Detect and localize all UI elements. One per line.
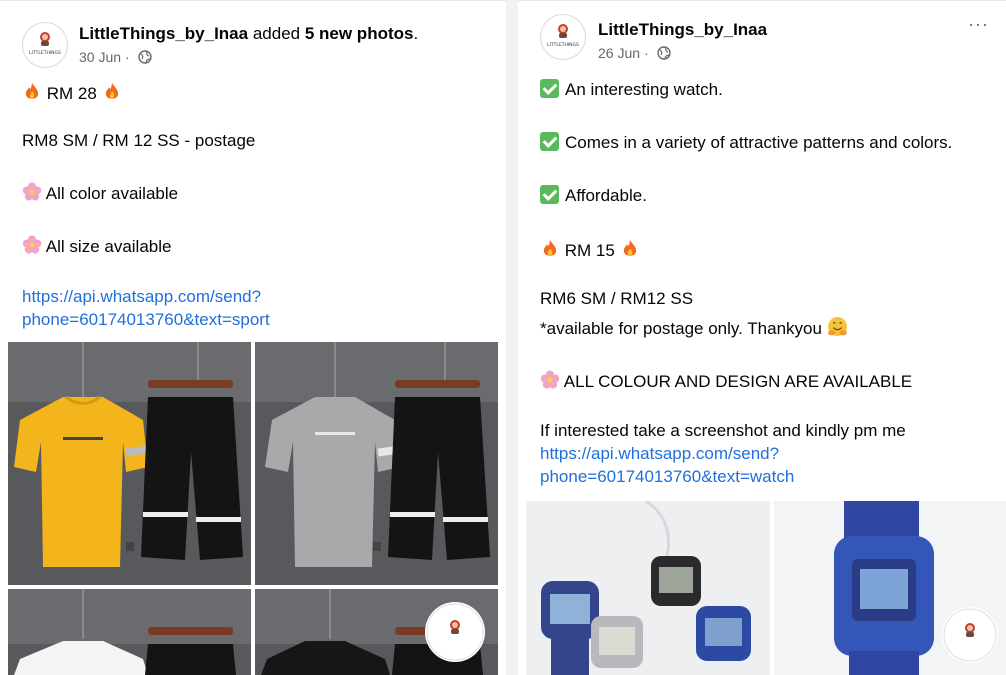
photo-watch-collection[interactable]: [526, 501, 770, 675]
whatsapp-link-line2[interactable]: phone=60174013760&text=watch: [540, 466, 794, 488]
blossom-icon: [540, 370, 560, 389]
size-text: All size available: [45, 237, 172, 256]
photo-denim-watch[interactable]: [774, 501, 1006, 675]
cta-line: If interested take a screenshot and kind…: [540, 421, 906, 440]
post-meta: 26 Jun ·: [598, 44, 671, 62]
whatsapp-link-line2[interactable]: phone=60174013760&text=sport: [22, 309, 270, 331]
author-name[interactable]: LittleThings_by_Inaa: [598, 20, 767, 39]
post-date[interactable]: 26 Jun: [598, 45, 640, 61]
feature-line-2: Comes in a variety of attractive pattern…: [540, 132, 952, 154]
globe-icon: [137, 50, 152, 64]
post-meta: 30 Jun ·: [79, 48, 152, 66]
post-sportswear: LITTLETHINGS LittleThings_by_Inaa added …: [0, 0, 506, 675]
fire-icon: [543, 240, 557, 256]
hugging-face-icon: [827, 317, 847, 336]
photo-black-tshirt-set[interactable]: [255, 589, 498, 675]
blossom-icon: [22, 235, 42, 254]
action-count[interactable]: 5 new photos: [305, 24, 414, 43]
feature-text: Affordable.: [565, 186, 647, 205]
post-header-text: LittleThings_by_Inaa: [598, 20, 767, 40]
color-line: All color available: [22, 182, 178, 205]
post-watches: LITTLETHINGS LittleThings_by_Inaa ··· 26…: [518, 0, 1006, 675]
postage-line: RM6 SM / RM12 SS: [540, 289, 694, 308]
fire-icon: [105, 83, 118, 99]
postage-line: RM8 SM / RM 12 SS - postage: [22, 131, 256, 150]
blossom-icon: [22, 182, 42, 201]
size-line: All size available: [22, 235, 171, 258]
check-mark-icon: [540, 185, 559, 204]
avatar-brand-text: LITTLETHINGS: [29, 50, 61, 56]
meta-separator: ·: [124, 49, 130, 65]
color-text: All color available: [45, 184, 179, 203]
meta-separator: ·: [643, 45, 649, 61]
photo-yellow-tshirt-set[interactable]: [8, 342, 251, 585]
post-header-text: LittleThings_by_Inaa added 5 new photos.: [79, 24, 418, 44]
avatar-brand-text: LITTLETHINGS: [547, 42, 579, 48]
more-options-icon[interactable]: ···: [968, 14, 989, 35]
feature-text: An interesting watch.: [565, 80, 723, 99]
whatsapp-link-line1[interactable]: https://api.whatsapp.com/send?: [540, 443, 779, 465]
author-name[interactable]: LittleThings_by_Inaa: [79, 24, 248, 43]
action-prefix: added: [252, 24, 301, 43]
fire-icon: [25, 83, 39, 99]
photo-white-tshirt-set[interactable]: [8, 589, 251, 675]
author-avatar[interactable]: LITTLETHINGS: [22, 22, 68, 68]
whatsapp-link-line1[interactable]: https://api.whatsapp.com/send?: [22, 286, 261, 308]
globe-icon: [656, 46, 671, 60]
postage-note-line: *available for postage only. Thankyou: [540, 316, 848, 340]
price-line: RM 28: [22, 82, 122, 105]
fire-icon: [623, 240, 636, 256]
check-mark-icon: [540, 79, 559, 98]
check-mark-icon: [540, 132, 559, 151]
feature-line-3: Affordable.: [540, 185, 647, 207]
post-divider: [518, 0, 1006, 1]
avatar-logo-icon: LITTLETHINGS: [547, 24, 579, 48]
design-line: ALL COLOUR AND DESIGN ARE AVAILABLE: [540, 370, 912, 393]
feed-gap: [506, 0, 518, 675]
action-suffix: .: [413, 24, 419, 43]
price-text: RM 28: [46, 84, 97, 103]
author-avatar[interactable]: LITTLETHINGS: [540, 14, 586, 60]
feature-text: Comes in a variety of attractive pattern…: [565, 133, 953, 152]
design-text: ALL COLOUR AND DESIGN ARE AVAILABLE: [563, 372, 913, 391]
post-date[interactable]: 30 Jun: [79, 49, 121, 65]
price-text: RM 15: [564, 241, 615, 260]
feature-line-1: An interesting watch.: [540, 79, 723, 101]
postage-note-text: *available for postage only. Thankyou: [540, 319, 822, 338]
price-line: RM 15: [540, 239, 640, 262]
avatar-logo-icon: LITTLETHINGS: [29, 32, 61, 56]
post-divider: [0, 0, 506, 1]
photo-grey-tshirt-set[interactable]: [255, 342, 498, 585]
